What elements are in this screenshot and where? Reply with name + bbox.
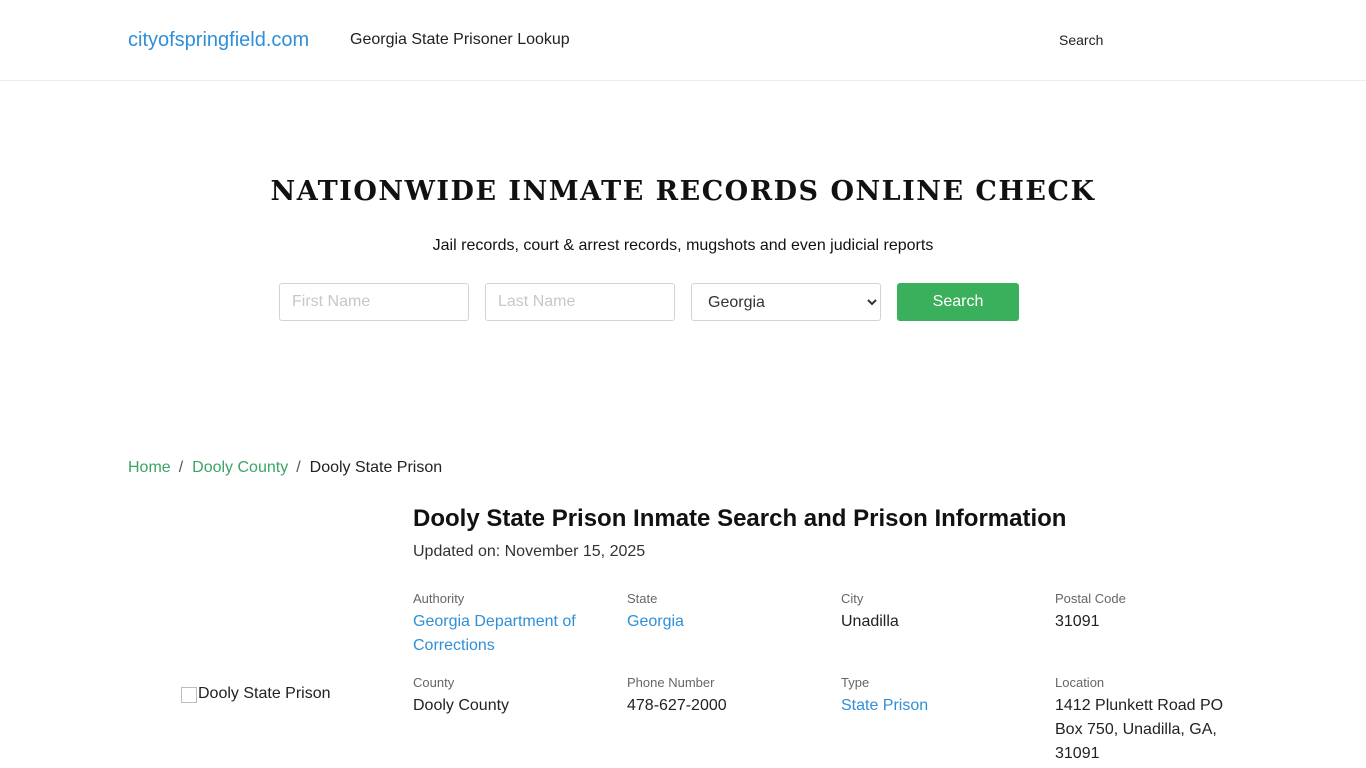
hero-subtitle: Jail records, court & arrest records, mu…: [432, 237, 934, 254]
state-link[interactable]: Georgia: [627, 610, 807, 634]
type-link[interactable]: State Prison: [841, 694, 1021, 718]
info-label: Postal Code: [1055, 591, 1126, 606]
phone-value: 478-627-2000: [627, 697, 727, 714]
nav-link-prisoner-lookup[interactable]: Georgia State Prisoner Lookup: [350, 31, 570, 49]
city-value: Unadilla: [841, 613, 899, 630]
brand-logo-link[interactable]: cityofspringfield.com: [128, 29, 309, 52]
breadcrumb-separator: /: [296, 459, 301, 476]
info-location: Location 1412 Plunkett Road PO Box 750, …: [1055, 675, 1235, 766]
top-navbar: cityofspringfield.com Georgia State Pris…: [0, 0, 1366, 81]
info-county: County Dooly County: [413, 675, 593, 718]
breadcrumb-separator: /: [178, 459, 184, 476]
location-value: 1412 Plunkett Road PO Box 750, Unadilla,…: [1055, 697, 1224, 762]
updated-date: Updated on: November 15, 2025: [413, 543, 646, 560]
page-title: Dooly State Prison Inmate Search and Pri…: [413, 505, 1067, 532]
info-phone: Phone Number 478-627-2000: [627, 675, 807, 718]
breadcrumb-home[interactable]: Home: [128, 459, 171, 477]
hero-title: NATIONWIDE INMATE RECORDS ONLINE CHECK: [270, 176, 1096, 207]
county-value: Dooly County: [413, 697, 510, 714]
facility-image: Dooly State Prison: [181, 685, 331, 703]
state-select[interactable]: Georgia: [691, 283, 881, 321]
info-label: Authority: [413, 591, 465, 606]
info-authority: Authority Georgia Department of Correcti…: [413, 591, 593, 658]
facility-image-alt-text: Dooly State Prison: [198, 685, 331, 702]
info-city: City Unadilla: [841, 591, 1021, 634]
search-button[interactable]: Search: [897, 283, 1019, 321]
info-label: County: [413, 675, 455, 690]
info-label: State: [627, 591, 658, 606]
info-type: Type State Prison: [841, 675, 1021, 718]
last-name-input[interactable]: [485, 283, 675, 321]
info-postal-code: Postal Code 31091: [1055, 591, 1235, 634]
info-label: City: [841, 591, 864, 606]
broken-image-icon: [181, 687, 197, 703]
info-label: Type: [841, 675, 870, 690]
first-name-input[interactable]: [279, 283, 469, 321]
nav-link-search[interactable]: Search: [1059, 32, 1103, 48]
breadcrumb: Home / Dooly County / Dooly State Prison: [128, 459, 442, 477]
info-label: Phone Number: [627, 675, 715, 690]
postal-code-value: 31091: [1055, 613, 1100, 630]
authority-link[interactable]: Georgia Department of Corrections: [413, 610, 593, 658]
info-state: State Georgia: [627, 591, 807, 634]
info-label: Location: [1055, 675, 1105, 690]
breadcrumb-county[interactable]: Dooly County: [192, 459, 288, 477]
breadcrumb-current: Dooly State Prison: [309, 459, 443, 476]
